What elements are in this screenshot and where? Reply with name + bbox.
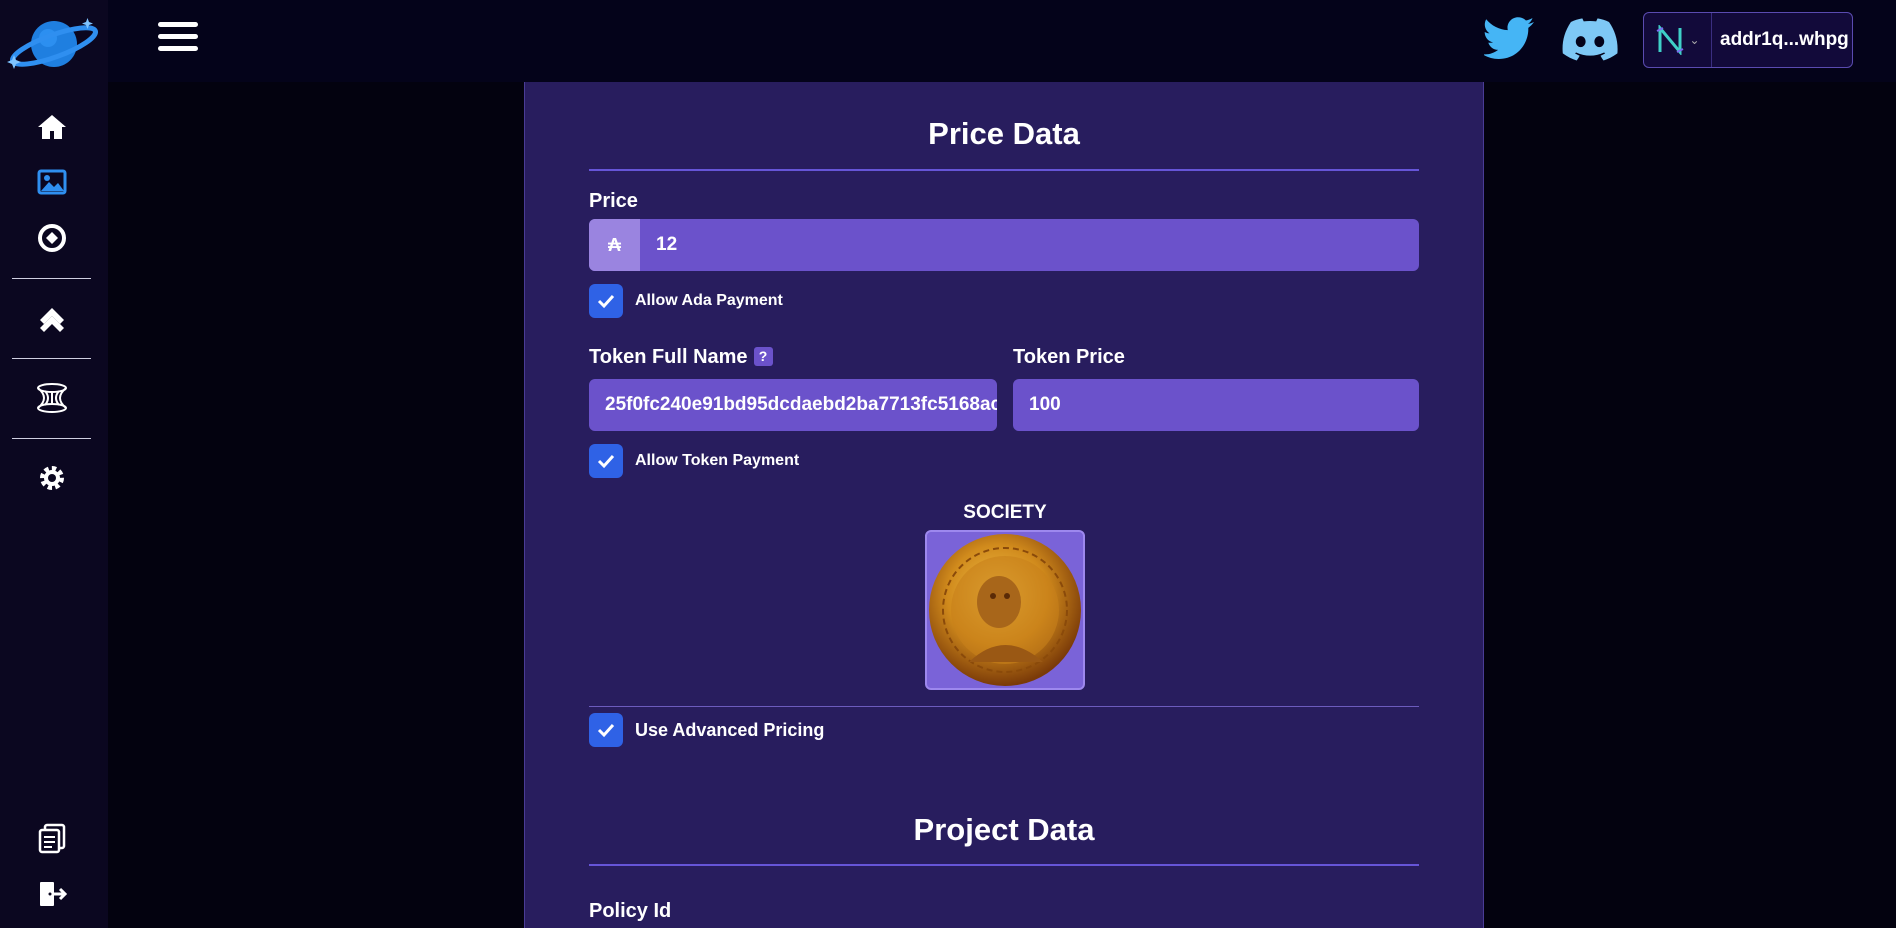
token-coin-image [925,530,1085,690]
token-price-input[interactable]: 100 [1013,379,1419,431]
image-icon[interactable] [34,164,70,200]
project-data-title: Project Data [913,812,1095,847]
policy-id-label: Policy Id [589,900,672,922]
logout-icon[interactable] [34,876,70,912]
token-name: SOCIETY [963,502,1047,523]
wallet-logo-icon: ⌄ [1644,13,1712,67]
advanced-pricing-checkbox[interactable]: Use Advanced Pricing [589,713,824,747]
token-full-name-text: Token Full Name [589,346,748,368]
main-panel: Price Data Price ₳ 12 Allow Ada Payment … [524,82,1484,928]
home-icon[interactable] [34,109,70,145]
token-full-name-label: Token Full Name? [589,346,773,369]
allow-ada-checkbox[interactable]: Allow Ada Payment [589,284,783,318]
allow-ada-label: Allow Ada Payment [635,292,783,309]
advanced-pricing-label: Use Advanced Pricing [635,719,825,740]
gear-icon[interactable] [34,460,70,496]
token-full-name-value: 25f0fc240e91bd95dcdaebd2ba7713fc5168ac [605,394,997,415]
wallet-button[interactable]: ⌄ addr1q...whpg [1643,12,1853,68]
double-chevron-up-icon[interactable] [34,300,70,336]
sidebar-divider [12,278,91,279]
documents-icon[interactable] [34,820,70,856]
help-icon[interactable]: ? [753,347,773,366]
planet-logo-icon[interactable] [6,14,99,74]
token-full-name-input[interactable]: 25f0fc240e91bd95dcdaebd2ba7713fc5168ac [589,379,997,431]
token-price-value: 100 [1029,394,1061,415]
price-value: 12 [656,234,678,255]
price-data-title: Price Data [928,116,1080,151]
divider [589,706,1419,707]
token-price-label: Token Price [1013,346,1125,368]
ada-symbol: ₳ [589,219,640,271]
hamburger-menu-icon[interactable] [158,22,198,58]
discord-icon[interactable] [1562,18,1618,62]
twitter-icon[interactable] [1482,16,1536,64]
section-divider [589,169,1419,171]
wallet-address: addr1q...whpg [1720,29,1849,50]
top-bar: ⌄ addr1q...whpg [108,0,1896,82]
circle-dot-icon[interactable] [34,220,70,256]
section-divider [589,864,1419,866]
chevron-down-icon: ⌄ [1689,33,1700,47]
checkmark-icon [589,713,623,747]
price-label: Price [589,190,638,212]
wormhole-icon[interactable] [34,380,70,416]
allow-token-checkbox[interactable]: Allow Token Payment [589,444,799,478]
allow-token-label: Allow Token Payment [635,452,800,469]
sidebar-divider [12,358,91,359]
checkmark-icon [589,284,623,318]
price-input[interactable]: ₳ 12 [589,219,1419,271]
sidebar [0,0,108,928]
sidebar-divider [12,438,91,439]
checkmark-icon [589,444,623,478]
